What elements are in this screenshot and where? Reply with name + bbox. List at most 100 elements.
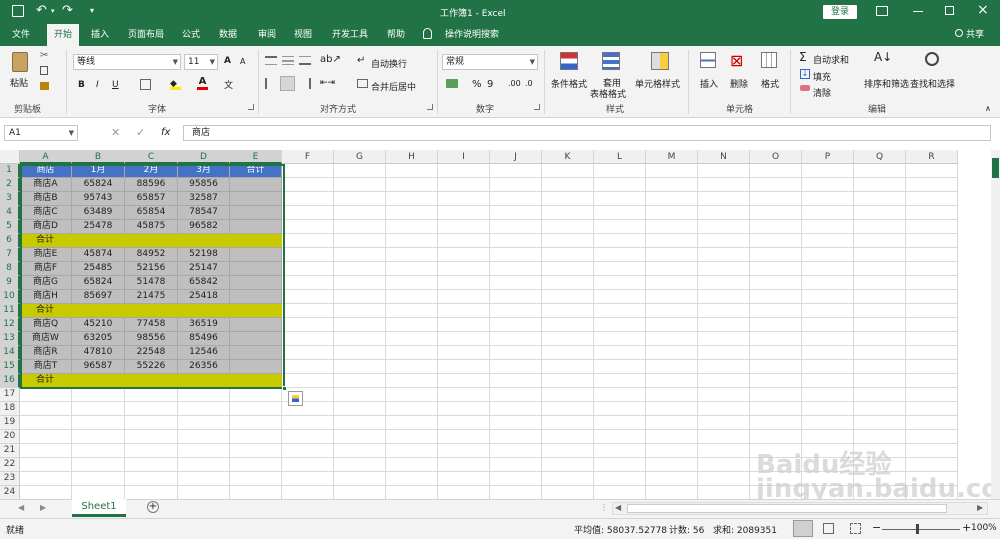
- cell-F16[interactable]: [282, 374, 334, 388]
- cell-H22[interactable]: [386, 458, 438, 472]
- row-header-21[interactable]: 21: [0, 444, 20, 458]
- cell-L8[interactable]: [594, 262, 646, 276]
- row-header-17[interactable]: 17: [0, 388, 20, 402]
- cell-G23[interactable]: [334, 472, 386, 486]
- cell-B17[interactable]: [72, 388, 125, 402]
- cell-C22[interactable]: [125, 458, 178, 472]
- cell-P9[interactable]: [802, 276, 854, 290]
- conditional-formatting-icon[interactable]: [560, 52, 578, 70]
- row-header-20[interactable]: 20: [0, 430, 20, 444]
- cell-Q4[interactable]: [854, 206, 906, 220]
- cell-E21[interactable]: [230, 444, 282, 458]
- cell-I17[interactable]: [438, 388, 490, 402]
- bold-button[interactable]: B: [78, 80, 85, 90]
- cell-K21[interactable]: [542, 444, 594, 458]
- cell-P13[interactable]: [802, 332, 854, 346]
- cell-E19[interactable]: [230, 416, 282, 430]
- cell-N3[interactable]: [698, 192, 750, 206]
- row-header-5[interactable]: 5: [0, 220, 20, 234]
- cell-Q3[interactable]: [854, 192, 906, 206]
- cell-G18[interactable]: [334, 402, 386, 416]
- cell-R14[interactable]: [906, 346, 958, 360]
- sort-filter-icon[interactable]: A↓: [874, 50, 892, 64]
- cell-L23[interactable]: [594, 472, 646, 486]
- currency-icon[interactable]: [446, 79, 458, 88]
- column-header-R[interactable]: R: [906, 150, 958, 164]
- cell-H20[interactable]: [386, 430, 438, 444]
- cell-M7[interactable]: [646, 248, 698, 262]
- cell-M20[interactable]: [646, 430, 698, 444]
- collapse-ribbon-icon[interactable]: ∧: [985, 104, 991, 113]
- cell-N5[interactable]: [698, 220, 750, 234]
- delete-cells-button[interactable]: 删除: [730, 77, 748, 90]
- cell-F19[interactable]: [282, 416, 334, 430]
- cell-L7[interactable]: [594, 248, 646, 262]
- cell-G7[interactable]: [334, 248, 386, 262]
- cell-P14[interactable]: [802, 346, 854, 360]
- clear-icon[interactable]: [800, 85, 810, 91]
- cell-J24[interactable]: [490, 486, 542, 500]
- cell-A19[interactable]: [20, 416, 72, 430]
- row-header-7[interactable]: 7: [0, 248, 20, 262]
- cell-L5[interactable]: [594, 220, 646, 234]
- page-layout-view-icon[interactable]: [823, 523, 834, 534]
- enter-icon[interactable]: ✓: [136, 126, 145, 139]
- cell-L1[interactable]: [594, 164, 646, 178]
- cell-M9[interactable]: [646, 276, 698, 290]
- cell-H19[interactable]: [386, 416, 438, 430]
- cell-C24[interactable]: [125, 486, 178, 500]
- cell-A17[interactable]: [20, 388, 72, 402]
- cell-I10[interactable]: [438, 290, 490, 304]
- horizontal-scrollbar[interactable]: ◀ ▶: [612, 502, 988, 515]
- tab-split-handle[interactable]: ⋮: [600, 503, 608, 512]
- cell-E22[interactable]: [230, 458, 282, 472]
- cell-P3[interactable]: [802, 192, 854, 206]
- cell-F23[interactable]: [282, 472, 334, 486]
- cell-H11[interactable]: [386, 304, 438, 318]
- cell-M18[interactable]: [646, 402, 698, 416]
- cell-N2[interactable]: [698, 178, 750, 192]
- cell-M1[interactable]: [646, 164, 698, 178]
- close-icon[interactable]: ×: [977, 2, 989, 18]
- cell-R19[interactable]: [906, 416, 958, 430]
- cell-M5[interactable]: [646, 220, 698, 234]
- cell-M15[interactable]: [646, 360, 698, 374]
- cell-N4[interactable]: [698, 206, 750, 220]
- cell-F24[interactable]: [282, 486, 334, 500]
- tab-file[interactable]: 文件: [6, 24, 36, 46]
- cell-F3[interactable]: [282, 192, 334, 206]
- cell-C19[interactable]: [125, 416, 178, 430]
- tab-review[interactable]: 审阅: [252, 24, 282, 46]
- cell-B22[interactable]: [72, 458, 125, 472]
- name-box[interactable]: A1 ▼: [4, 125, 78, 141]
- shrink-font-button[interactable]: A: [240, 57, 245, 66]
- cell-N1[interactable]: [698, 164, 750, 178]
- column-header-J[interactable]: J: [490, 150, 542, 164]
- cell-K16[interactable]: [542, 374, 594, 388]
- cell-K3[interactable]: [542, 192, 594, 206]
- cell-I23[interactable]: [438, 472, 490, 486]
- quick-analysis-icon[interactable]: [288, 391, 303, 406]
- autosum-icon[interactable]: Σ: [799, 50, 807, 64]
- cell-O5[interactable]: [750, 220, 802, 234]
- column-header-C[interactable]: C: [125, 150, 178, 164]
- cell-O11[interactable]: [750, 304, 802, 318]
- redo-icon[interactable]: ↷: [62, 3, 73, 18]
- scroll-left-icon[interactable]: ◀: [615, 503, 621, 512]
- cell-K13[interactable]: [542, 332, 594, 346]
- sort-filter-button[interactable]: 排序和筛选: [864, 77, 909, 90]
- cell-P18[interactable]: [802, 402, 854, 416]
- zoom-in-icon[interactable]: +: [962, 521, 971, 534]
- ribbon-display-icon[interactable]: [876, 6, 888, 16]
- cell-H9[interactable]: [386, 276, 438, 290]
- cell-D19[interactable]: [178, 416, 230, 430]
- zoom-out-icon[interactable]: −: [872, 521, 881, 534]
- tab-page-layout[interactable]: 页面布局: [122, 24, 170, 46]
- cell-J2[interactable]: [490, 178, 542, 192]
- cut-icon[interactable]: ✂: [40, 50, 48, 61]
- cell-F7[interactable]: [282, 248, 334, 262]
- fill-color-icon[interactable]: ◆: [170, 79, 181, 90]
- cell-K7[interactable]: [542, 248, 594, 262]
- percent-button[interactable]: %: [472, 79, 482, 90]
- decrease-decimal-icon[interactable]: .0: [525, 79, 533, 88]
